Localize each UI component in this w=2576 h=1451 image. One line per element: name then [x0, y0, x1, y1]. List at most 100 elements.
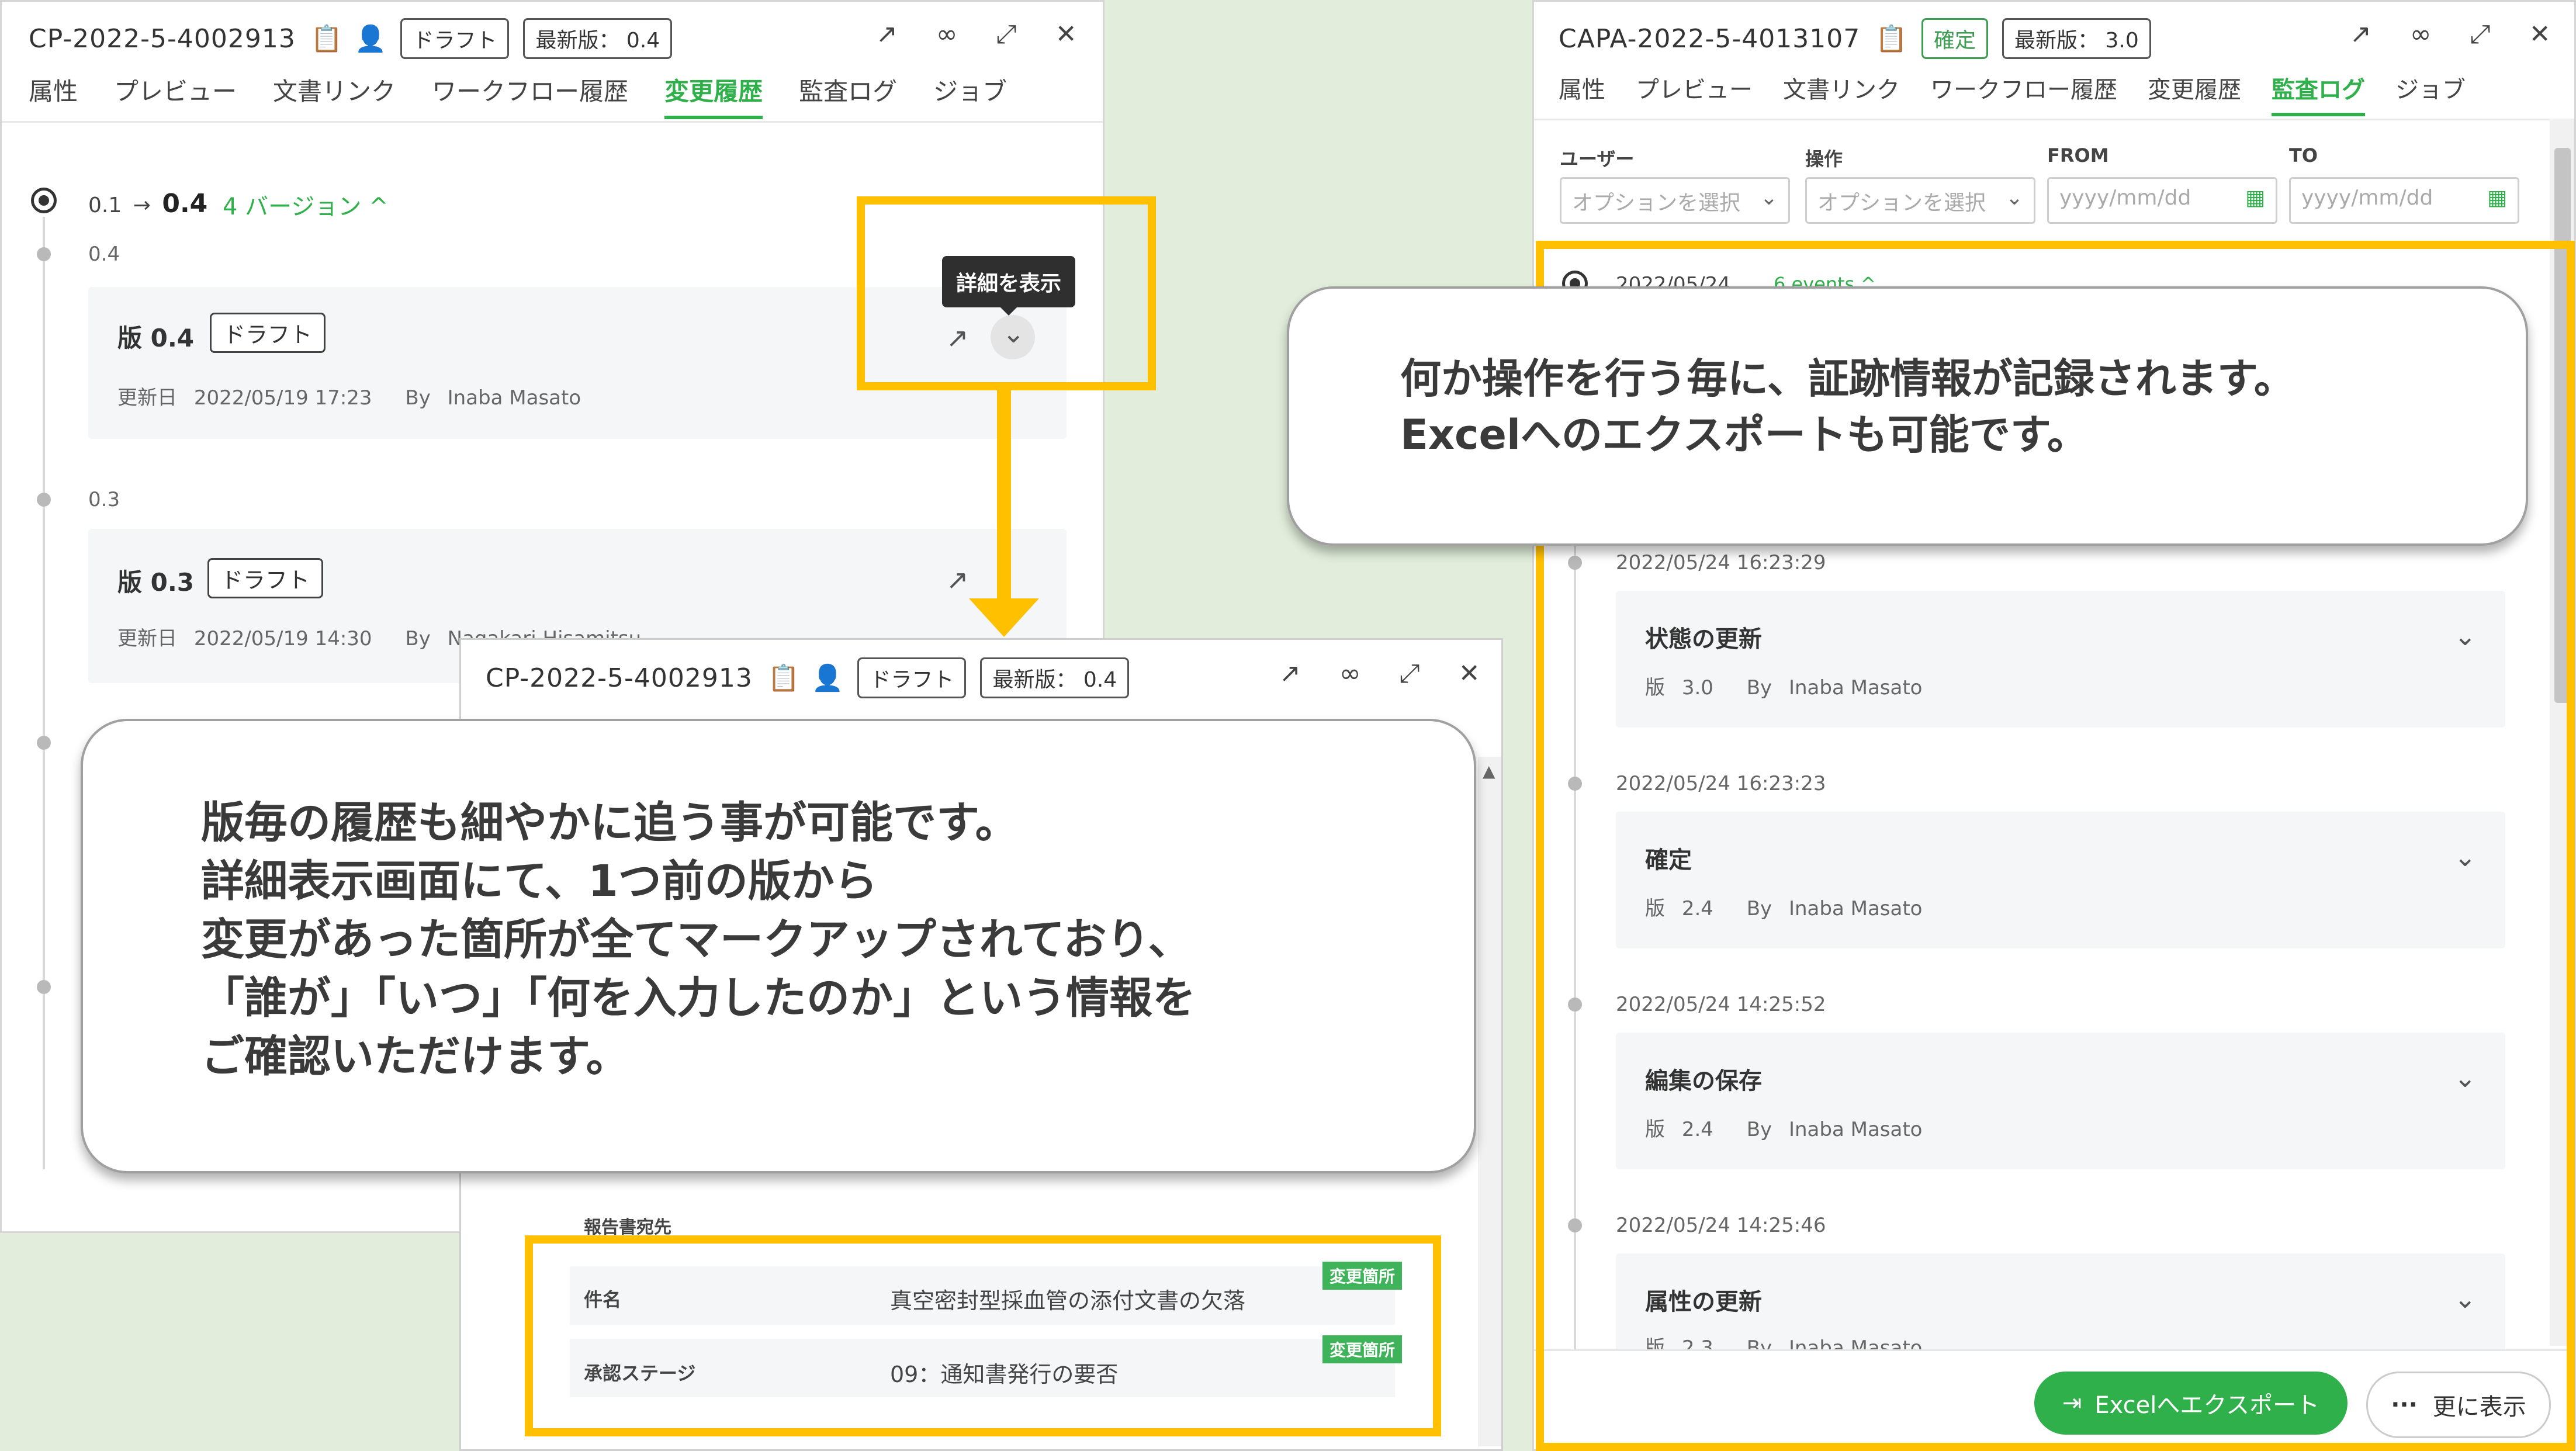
- tab-divider: [1534, 119, 2574, 120]
- updated-label: 更新日: [117, 386, 177, 410]
- clipboard-icon[interactable]: 📋: [1875, 23, 1907, 54]
- detail-panel-actions: ↗ ∞ ⤢ ✕: [1279, 659, 1480, 688]
- tab-jobs[interactable]: ジョブ: [2395, 71, 2466, 116]
- tab-attributes[interactable]: 属性: [29, 72, 78, 119]
- updated-label: 更新日: [117, 627, 177, 650]
- callout-left-text: 版毎の履歴も細やかに追う事が可能です。 詳細表示画面にて、1つ前の版から 変更が…: [201, 798, 1196, 1082]
- version-meta: 更新日 2022/05/19 17:23 By Inaba Masato: [117, 382, 581, 410]
- background-green-lower: [0, 1232, 462, 1451]
- detail-panel-header: CP-2022-5-4002913 📋 👤 ドラフト 最新版： 0.4: [486, 657, 1130, 698]
- tab-preview[interactable]: プレビュー: [1636, 71, 1753, 116]
- tab-audit-log[interactable]: 監査ログ: [799, 72, 897, 119]
- tab-workflow-history[interactable]: ワークフロー履歴: [432, 72, 628, 119]
- updated-date: 2022/05/19 14:30: [193, 627, 372, 650]
- from-date-label: FROM: [2047, 144, 2109, 167]
- timeline-dot: [37, 493, 51, 507]
- tab-document-links[interactable]: 文書リンク: [1783, 71, 1900, 116]
- highlight-arrow-shaft: [997, 390, 1011, 601]
- calendar-icon: ▦: [2487, 186, 2507, 210]
- latest-version-badge: 最新版： 3.0: [2002, 18, 2151, 59]
- link-icon[interactable]: ∞: [2410, 19, 2432, 49]
- calendar-icon: ▦: [2245, 186, 2265, 210]
- link-icon[interactable]: ∞: [1339, 659, 1361, 688]
- right-panel-header: CAPA-2022-5-4013107 📋 確定 最新版： 3.0: [1559, 18, 2151, 59]
- clipboard-icon[interactable]: 📋: [311, 23, 343, 54]
- timeline-dot: [37, 736, 51, 750]
- operation-filter-placeholder: オプションを選択: [1817, 191, 1986, 215]
- range-to: 0.4: [162, 189, 208, 219]
- user-filter-label: ユーザー: [1560, 148, 1635, 170]
- version-status-badge: ドラフト: [207, 558, 324, 598]
- version-label: 0.3: [88, 488, 120, 511]
- range-from: 0.1: [88, 193, 122, 217]
- version-title: 版 0.3: [117, 568, 195, 597]
- user-lock-icon[interactable]: 👤: [355, 23, 387, 54]
- timeline-dot: [37, 980, 51, 994]
- document-id: CP-2022-5-4002913: [486, 663, 753, 693]
- document-id: CAPA-2022-5-4013107: [1559, 23, 1861, 54]
- tab-workflow-history[interactable]: ワークフロー履歴: [1930, 71, 2117, 116]
- updated-date: 2022/05/19 17:23: [193, 386, 372, 410]
- link-icon[interactable]: ∞: [936, 19, 958, 49]
- expand-icon[interactable]: ⤢: [2470, 19, 2491, 49]
- detail-scrollbar[interactable]: [1478, 757, 1501, 1446]
- user-filter-select[interactable]: オプションを選択 ⌄: [1560, 177, 1790, 224]
- tab-divider: [2, 121, 1103, 123]
- version-count-toggle[interactable]: 4 バージョン ^: [223, 188, 389, 221]
- left-panel-header: CP-2022-5-4002913 📋 👤 ドラフト 最新版： 0.4: [29, 18, 673, 59]
- by-label: By: [405, 627, 431, 650]
- version-range-radio[interactable]: [31, 188, 57, 213]
- external-link-icon[interactable]: ↗: [2350, 19, 2371, 49]
- close-icon[interactable]: ✕: [2529, 19, 2551, 49]
- from-date-placeholder: yyyy/mm/dd: [2059, 186, 2191, 210]
- version-title: 版 0.4: [117, 324, 195, 352]
- expand-icon[interactable]: ⤢: [996, 19, 1017, 49]
- tab-preview[interactable]: プレビュー: [114, 72, 237, 119]
- callout-right-text: 何か操作を行う毎に、証跡情報が記録されます。 Excelへのエクスポートも可能で…: [1400, 355, 2295, 459]
- status-badge: 確定: [1921, 18, 1989, 59]
- close-icon[interactable]: ✕: [1055, 19, 1077, 49]
- version-label: 0.4: [88, 243, 120, 266]
- document-id: CP-2022-5-4002913: [29, 23, 296, 54]
- right-panel-actions: ↗ ∞ ⤢ ✕: [2350, 19, 2551, 49]
- operation-filter-label: 操作: [1805, 148, 1843, 170]
- user-filter-placeholder: オプションを選択: [1572, 191, 1741, 215]
- chevron-down-icon: ⌄: [2005, 186, 2023, 210]
- chevron-down-icon: ⌄: [1760, 186, 1778, 210]
- tab-attributes[interactable]: 属性: [1559, 71, 1605, 116]
- highlight-details-button: [857, 196, 1156, 390]
- scroll-up-icon[interactable]: ▲: [1483, 761, 1495, 781]
- user-name: Inaba Masato: [447, 386, 581, 410]
- status-badge: ドラフト: [400, 18, 510, 59]
- to-date-input[interactable]: yyyy/mm/dd ▦: [2289, 177, 2519, 224]
- by-label: By: [405, 386, 431, 410]
- operation-filter-select[interactable]: オプションを選択 ⌄: [1805, 177, 2035, 224]
- tab-document-links[interactable]: 文書リンク: [273, 72, 396, 119]
- highlight-arrow-head: [969, 598, 1039, 637]
- to-date-placeholder: yyyy/mm/dd: [2301, 186, 2433, 210]
- status-badge: ドラフト: [857, 657, 967, 698]
- tab-jobs[interactable]: ジョブ: [933, 72, 1007, 119]
- left-panel-tabs: 属性 プレビュー 文書リンク ワークフロー履歴 変更履歴 監査ログ ジョブ: [29, 72, 1043, 119]
- version-range: 0.1 → 0.4: [88, 189, 207, 219]
- tab-audit-log[interactable]: 監査ログ: [2272, 71, 2365, 116]
- latest-version-badge: 最新版： 0.4: [523, 18, 673, 59]
- external-link-icon[interactable]: ↗: [1279, 659, 1301, 688]
- range-arrow: →: [133, 193, 151, 217]
- timeline-line: [43, 217, 45, 1169]
- version-status-badge: ドラフト: [210, 313, 326, 353]
- highlight-changed-fields: [525, 1235, 1441, 1436]
- tab-change-history[interactable]: 変更履歴: [2148, 71, 2241, 116]
- latest-version-badge: 最新版： 0.4: [980, 657, 1130, 698]
- tab-change-history[interactable]: 変更履歴: [664, 72, 763, 119]
- left-panel-actions: ↗ ∞ ⤢ ✕: [876, 19, 1077, 49]
- close-icon[interactable]: ✕: [1459, 659, 1480, 688]
- clipboard-icon[interactable]: 📋: [768, 663, 800, 693]
- from-date-input[interactable]: yyyy/mm/dd ▦: [2047, 177, 2277, 224]
- user-lock-icon[interactable]: 👤: [812, 663, 844, 693]
- timeline-dot: [37, 247, 51, 261]
- external-link-icon[interactable]: ↗: [946, 564, 969, 595]
- external-link-icon[interactable]: ↗: [876, 19, 898, 49]
- to-date-label: TO: [2289, 144, 2318, 167]
- expand-icon[interactable]: ⤢: [1400, 659, 1420, 688]
